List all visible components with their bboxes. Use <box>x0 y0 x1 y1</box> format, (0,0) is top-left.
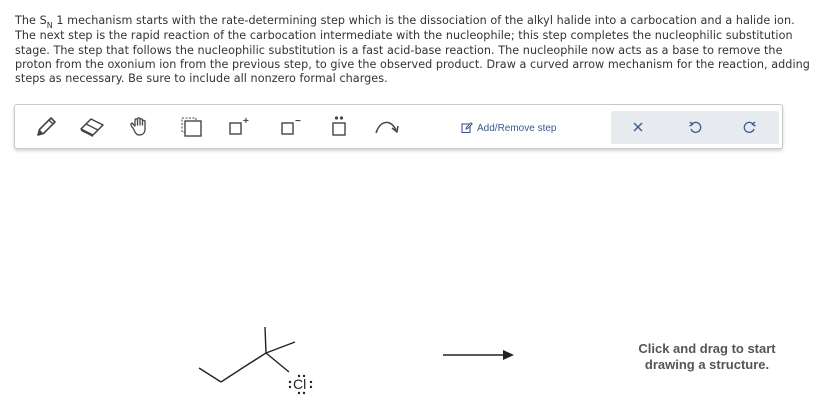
negative-charge-icon: − <box>281 116 301 135</box>
minus-symbol: − <box>295 116 301 127</box>
lone-pair-dot <box>288 385 292 389</box>
bond <box>265 352 290 373</box>
lone-pair-icon <box>332 116 346 136</box>
undo-button[interactable] <box>682 115 708 139</box>
lone-pair-dot <box>309 380 313 384</box>
pencil-icon <box>37 117 56 136</box>
select-box-button[interactable] <box>177 113 207 141</box>
question-body: 1 mechanism starts with the rate-determi… <box>15 14 810 86</box>
edit-icon <box>461 122 473 134</box>
bond <box>243 352 267 368</box>
lone-pair-dot <box>309 385 313 389</box>
add-remove-step-button[interactable]: Add/Remove step <box>461 119 557 137</box>
negative-charge-button[interactable]: − <box>275 113 305 141</box>
positive-charge-icon: + <box>229 116 249 135</box>
plus-symbol: + <box>243 116 249 127</box>
lone-pair-dot <box>297 374 301 378</box>
hand-button[interactable] <box>125 113 155 141</box>
redo-button[interactable] <box>737 115 763 139</box>
lone-pair-dot <box>297 391 301 395</box>
positive-charge-button[interactable]: + <box>223 113 253 141</box>
eraser-button[interactable] <box>77 113 107 141</box>
action-button-group <box>611 111 779 144</box>
question-subscript: N <box>46 21 53 30</box>
hand-icon <box>130 117 146 136</box>
lone-pair-button[interactable] <box>324 113 354 141</box>
drawing-canvas[interactable]: Cl <box>0 150 827 420</box>
undo-icon <box>689 121 702 133</box>
chlorine-atom-label: Cl <box>293 376 306 392</box>
alkyl-chloride-structure[interactable]: Cl <box>198 326 313 395</box>
eraser-icon <box>80 118 104 137</box>
curved-arrow-button[interactable] <box>372 113 402 141</box>
select-box-icon <box>181 117 202 137</box>
question-text: The SN 1 mechanism starts with the rate-… <box>15 14 810 86</box>
lone-pair-dot <box>302 391 306 395</box>
reaction-arrow <box>443 350 514 360</box>
canvas-hint: Click and drag to start drawing a struct… <box>638 341 776 372</box>
bond <box>198 367 222 383</box>
add-remove-step-label: Add/Remove step <box>477 122 557 134</box>
bond <box>220 366 245 383</box>
bond <box>264 326 267 354</box>
redo-icon <box>743 121 756 133</box>
drawing-toolbar: + − Add/Remove step <box>14 104 783 149</box>
pencil-button[interactable] <box>31 113 61 141</box>
bond <box>265 341 296 354</box>
curved-arrow-icon <box>375 121 399 134</box>
close-icon <box>633 122 643 132</box>
clear-button[interactable] <box>625 115 651 139</box>
lone-pair-dot <box>288 380 292 384</box>
lone-pair-dot <box>302 374 306 378</box>
question-lead: The S <box>15 14 47 27</box>
